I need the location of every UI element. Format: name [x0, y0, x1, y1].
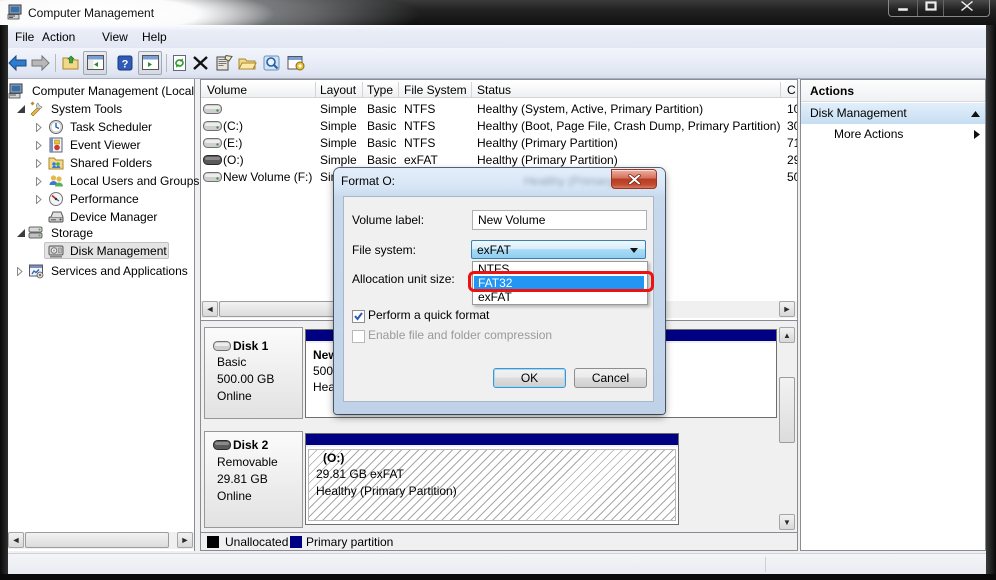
svg-text:?: ? — [122, 59, 129, 71]
